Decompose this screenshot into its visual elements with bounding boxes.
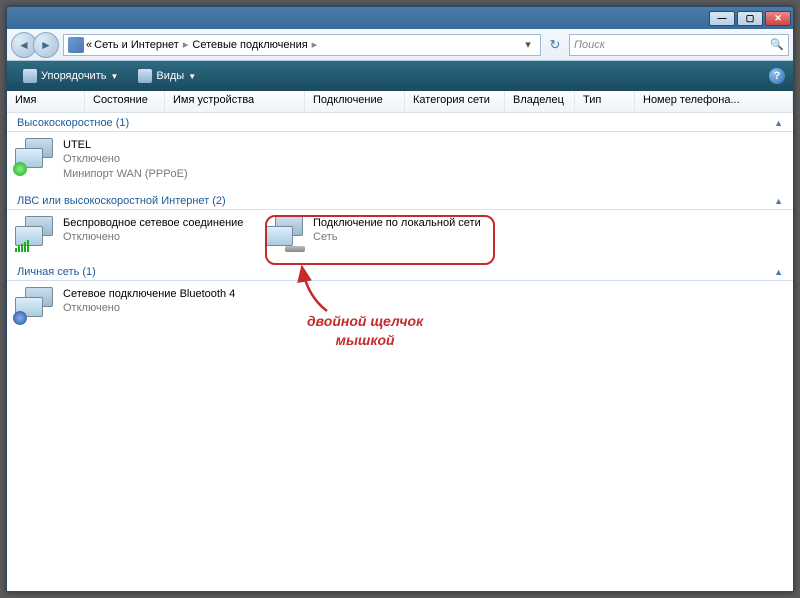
caret-down-icon: ▼ (110, 72, 118, 81)
col-connection[interactable]: Подключение (305, 91, 405, 112)
maximize-button[interactable]: ▢ (737, 11, 763, 26)
status-ok-icon (13, 162, 27, 176)
organize-icon (23, 69, 37, 83)
col-device[interactable]: Имя устройства (165, 91, 305, 112)
bluetooth-icon (13, 311, 27, 325)
item-device: Минипорт WAN (PPPoE) (63, 167, 188, 181)
signal-bars-icon (15, 238, 29, 252)
breadcrumb[interactable]: « Сеть и Интернет ▸ Сетевые подключения … (63, 34, 541, 56)
location-icon (68, 37, 84, 53)
col-name[interactable]: Имя (7, 91, 85, 112)
breadcrumb-seg[interactable]: Сеть и Интернет (94, 39, 179, 51)
item-status: Отключено (63, 152, 188, 166)
network-icon (15, 216, 55, 252)
item-name: UTEL (63, 138, 188, 152)
nav-forward-button[interactable]: ► (33, 32, 59, 58)
column-headers: Имя Состояние Имя устройства Подключение… (7, 91, 793, 113)
organize-button[interactable]: Упорядочить ▼ (15, 65, 126, 87)
connection-item-wireless[interactable]: Беспроводное сетевое соединение Отключен… (15, 216, 245, 252)
group-body: Беспроводное сетевое соединение Отключен… (7, 210, 793, 262)
col-owner[interactable]: Владелец (505, 91, 575, 112)
search-icon: 🔍 (770, 38, 784, 51)
refresh-button[interactable]: ↻ (545, 35, 565, 55)
content-area: Высокоскоростное (1) ▲ UTEL Отключено Ми… (7, 113, 793, 591)
search-input[interactable]: Поиск 🔍 (569, 34, 789, 56)
network-icon (15, 287, 55, 323)
search-placeholder: Поиск (574, 39, 605, 51)
col-status[interactable]: Состояние (85, 91, 165, 112)
minimize-button[interactable]: — (709, 11, 735, 26)
group-header-highspeed[interactable]: Высокоскоростное (1) ▲ (7, 113, 793, 132)
collapse-icon: ▲ (774, 196, 783, 206)
group-body: Сетевое подключение Bluetooth 4 Отключен… (7, 281, 793, 333)
breadcrumb-sep: ▸ (183, 38, 189, 51)
connection-item-bluetooth[interactable]: Сетевое подключение Bluetooth 4 Отключен… (15, 287, 245, 323)
item-status: Сеть (313, 230, 481, 244)
connection-item-lan[interactable]: Подключение по локальной сети Сеть (265, 216, 495, 252)
group-header-personal[interactable]: Личная сеть (1) ▲ (7, 262, 793, 281)
command-bar: Упорядочить ▼ Виды ▼ ? (7, 61, 793, 91)
address-bar: ◄ ► « Сеть и Интернет ▸ Сетевые подключе… (7, 29, 793, 61)
collapse-icon: ▲ (774, 118, 783, 128)
breadcrumb-dropdown[interactable]: ▾ (520, 38, 536, 51)
item-status: Отключено (63, 301, 235, 315)
close-button[interactable]: ✕ (765, 11, 791, 26)
explorer-window: — ▢ ✕ ◄ ► « Сеть и Интернет ▸ Сетевые по… (6, 6, 794, 592)
group-header-lan[interactable]: ЛВС или высокоскоростной Интернет (2) ▲ (7, 191, 793, 210)
titlebar: — ▢ ✕ (7, 7, 793, 29)
help-button[interactable]: ? (769, 68, 785, 84)
connection-item-utel[interactable]: UTEL Отключено Минипорт WAN (PPPoE) (15, 138, 245, 181)
col-category[interactable]: Категория сети (405, 91, 505, 112)
breadcrumb-sep: ▸ (312, 38, 318, 51)
item-name: Сетевое подключение Bluetooth 4 (63, 287, 235, 301)
network-icon (265, 216, 305, 252)
item-name: Беспроводное сетевое соединение (63, 216, 243, 230)
breadcrumb-prefix: « (86, 39, 92, 51)
network-icon (15, 138, 55, 174)
collapse-icon: ▲ (774, 267, 783, 277)
item-name: Подключение по локальной сети (313, 216, 481, 230)
views-icon (138, 69, 152, 83)
caret-down-icon: ▼ (188, 72, 196, 81)
breadcrumb-seg[interactable]: Сетевые подключения (192, 39, 307, 51)
col-type[interactable]: Тип (575, 91, 635, 112)
views-button[interactable]: Виды ▼ (130, 65, 204, 87)
item-status: Отключено (63, 230, 243, 244)
cable-icon (285, 246, 305, 252)
col-phone[interactable]: Номер телефона... (635, 91, 793, 112)
group-body: UTEL Отключено Минипорт WAN (PPPoE) (7, 132, 793, 191)
